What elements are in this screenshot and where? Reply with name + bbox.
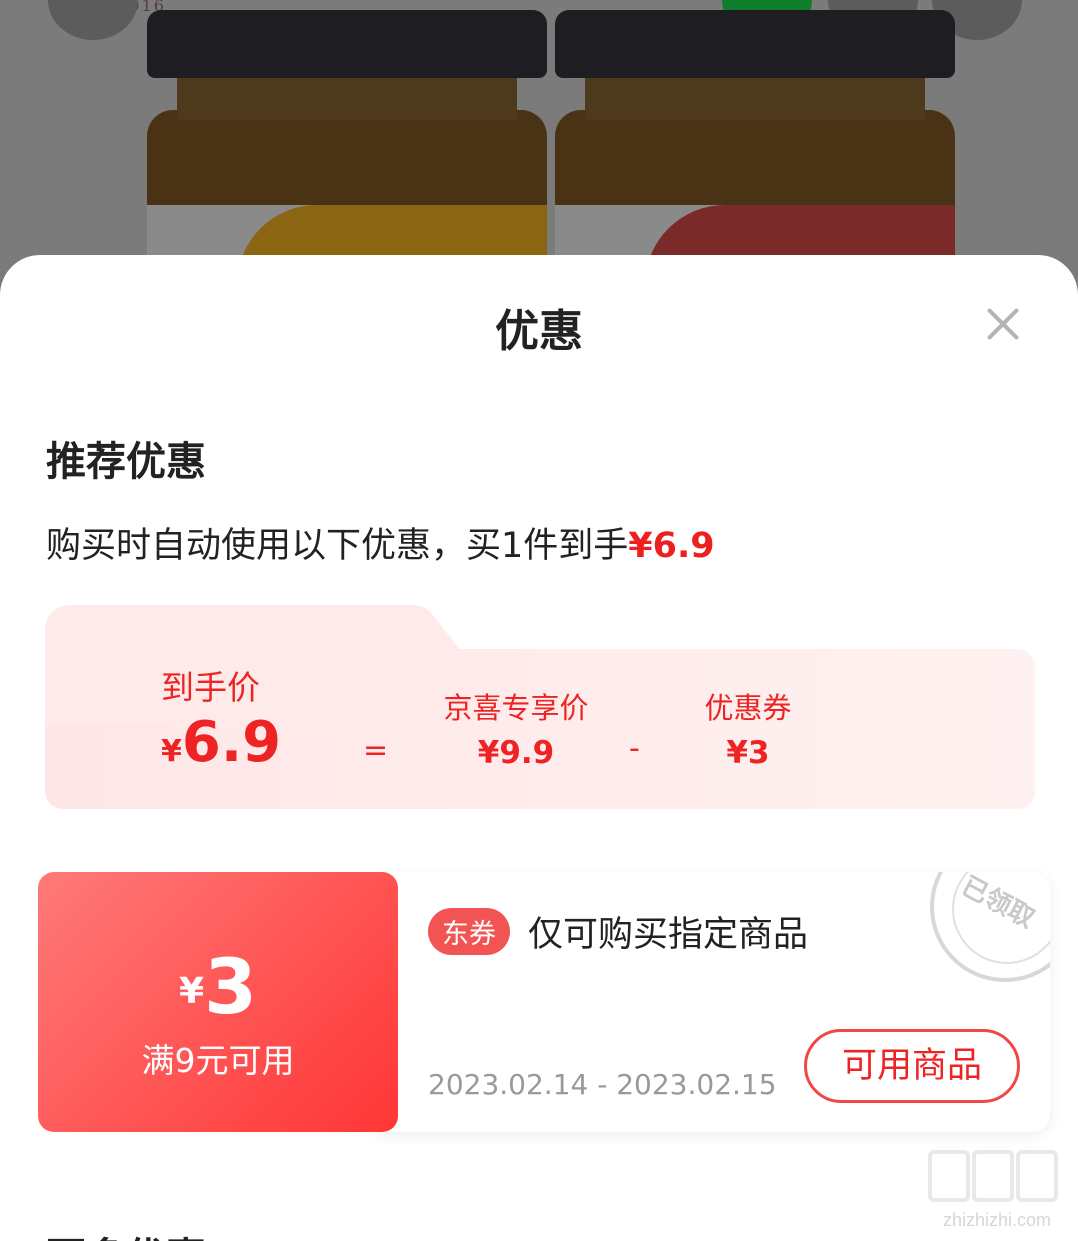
final-price-label: 到手价 bbox=[161, 668, 260, 707]
coupon-currency: ¥ bbox=[179, 971, 205, 1012]
watermark-text: zhizhizhi.com bbox=[942, 1210, 1052, 1230]
final-price-value: ¥6.9 bbox=[161, 710, 281, 775]
recommend-desc-text: 购买时自动使用以下优惠，买1件到手 bbox=[46, 526, 629, 566]
more-section-title: 更多优惠 bbox=[46, 1225, 206, 1241]
claimed-stamp-icon: 已领取 bbox=[930, 872, 1050, 982]
exclusive-price-value: ¥9.9 bbox=[477, 735, 555, 771]
equals-sign: = bbox=[363, 733, 389, 768]
recommend-desc-price: ¥6.9 bbox=[628, 526, 715, 566]
site-watermark: zhizhizhi.com bbox=[922, 1150, 1072, 1236]
close-icon[interactable] bbox=[982, 303, 1022, 343]
coupon-amount-number: 3 bbox=[204, 942, 257, 1031]
sheet-title: 优惠 bbox=[495, 306, 583, 357]
back-button[interactable] bbox=[48, 0, 138, 40]
coupon-description: 仅可购买指定商品 bbox=[528, 915, 809, 955]
claimed-stamp-text: 已领取 bbox=[956, 872, 1040, 935]
eligible-products-button[interactable]: 可用商品 bbox=[804, 1029, 1020, 1103]
coupon-deduct-value: ¥3 bbox=[726, 735, 770, 771]
coupon-validity: 2023.02.14 - 2023.02.15 bbox=[428, 1068, 777, 1101]
recommend-section-title: 推荐优惠 bbox=[46, 439, 206, 485]
coupon-detail: 东券 仅可购买指定商品 2023.02.14 - 2023.02.15 可用商品… bbox=[378, 872, 1050, 1132]
recommend-description: 购买时自动使用以下优惠，买1件到手¥6.9 bbox=[46, 517, 715, 568]
watermark-logo-icon bbox=[928, 1150, 1068, 1210]
coupon-amount: ¥3 bbox=[38, 942, 398, 1031]
coupon-value-panel: ¥3 满9元可用 bbox=[38, 872, 398, 1132]
exclusive-price-label: 京喜专享价 bbox=[443, 691, 589, 725]
coupon-condition: 满9元可用 bbox=[141, 1041, 295, 1080]
coupon-card: 东券 仅可购买指定商品 2023.02.14 - 2023.02.15 可用商品… bbox=[38, 872, 1050, 1132]
price-breakdown: 到手价 ¥6.9 = 京喜专享价 ¥9.9 - 优惠券 ¥3 bbox=[45, 605, 1035, 809]
discount-sheet: 优惠 推荐优惠 购买时自动使用以下优惠，买1件到手¥6.9 到手价 ¥6.9 =… bbox=[0, 255, 1078, 1241]
final-price-currency: ¥ bbox=[161, 734, 182, 769]
final-price-number: 6.9 bbox=[181, 710, 282, 775]
coupon-type-badge: 东券 bbox=[428, 908, 510, 955]
coupon-deduct-label: 优惠券 bbox=[704, 691, 792, 725]
